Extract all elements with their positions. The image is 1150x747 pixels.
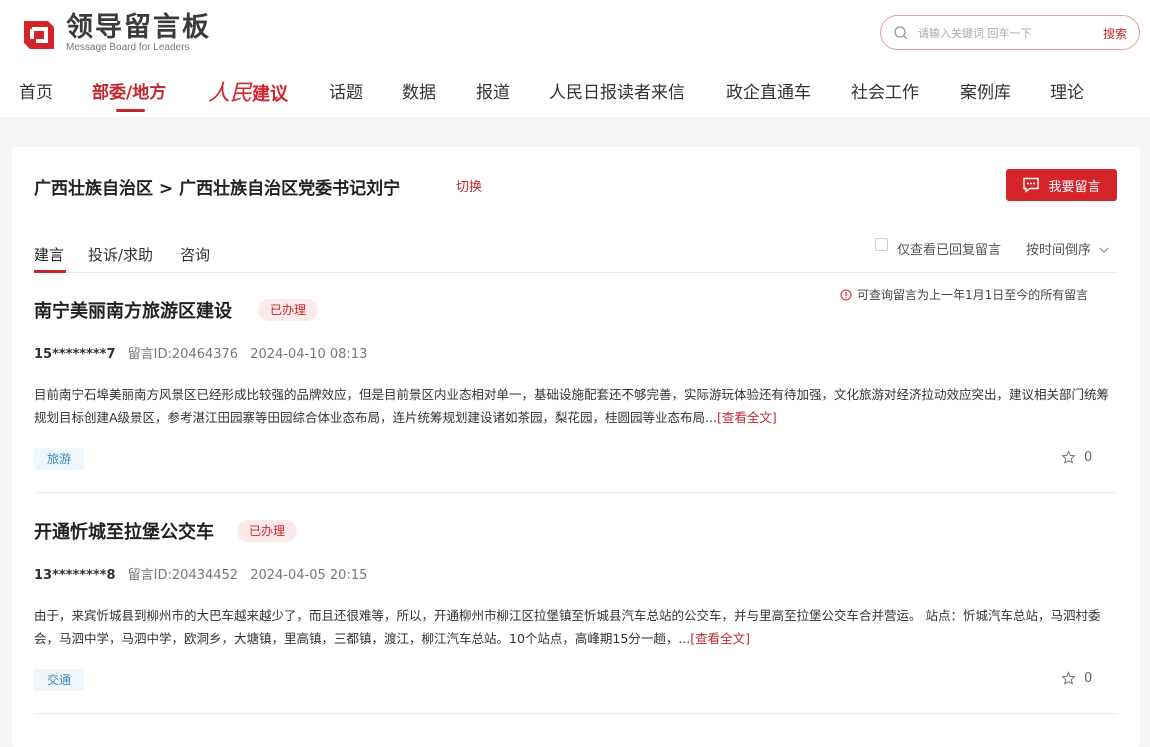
search-box: 搜索 bbox=[880, 15, 1140, 50]
star-icon bbox=[1061, 450, 1076, 464]
view-full-link[interactable]: [查看全文] bbox=[717, 410, 777, 425]
leave-message-label: 我要留言 bbox=[1048, 179, 1101, 195]
search-input[interactable] bbox=[918, 24, 1088, 42]
post-divider bbox=[34, 492, 1117, 493]
view-full-link[interactable]: [查看全文] bbox=[690, 631, 750, 646]
notice-text: 可查询留言为上一年1月1日至今的所有留言 bbox=[857, 288, 1089, 302]
query-notice: 可查询留言为上一年1月1日至今的所有留言 bbox=[840, 286, 1088, 303]
message-board-card: 广西壮族自治区 > 广西壮族自治区党委书记刘宁 切换 我要留言 建言 投诉/求助… bbox=[12, 147, 1140, 747]
nav-topics[interactable]: 话题 bbox=[329, 78, 363, 103]
chevron-down-icon bbox=[1099, 247, 1109, 253]
nav-renmin-suggestion[interactable]: 人民建议 bbox=[208, 75, 288, 107]
post-meta: 15********7 留言ID:20464376 2024-04-10 08:… bbox=[34, 343, 375, 362]
nav-home[interactable]: 首页 bbox=[19, 78, 53, 103]
info-icon bbox=[840, 289, 852, 300]
nav-suggestion-label: 建议 bbox=[252, 84, 289, 105]
sort-label: 按时间倒序 bbox=[1026, 243, 1092, 258]
nav-case-library[interactable]: 案例库 bbox=[960, 78, 1011, 103]
post-content-text: 由于，来宾忻城县到柳州市的大巴车越来越少了，而且还很难等，所以，开通柳州市柳江区… bbox=[34, 608, 1101, 646]
post-title[interactable]: 南宁美丽南方旅游区建设 bbox=[34, 297, 232, 323]
post-meta: 13********8 留言ID:20434452 2024-04-05 20:… bbox=[34, 564, 375, 583]
main-nav: 首页 部委/地方 人民建议 话题 数据 报道 人民日报读者来信 政企直通车 社会… bbox=[0, 76, 1150, 116]
favorite-button[interactable]: 0 bbox=[1061, 671, 1092, 686]
logo-mark-icon bbox=[20, 15, 58, 53]
message-icon bbox=[1023, 177, 1040, 193]
nav-theory[interactable]: 理论 bbox=[1050, 78, 1084, 103]
post-user: 15********7 bbox=[34, 347, 116, 362]
post-divider bbox=[34, 713, 1117, 714]
sort-dropdown[interactable]: 按时间倒序 bbox=[1026, 239, 1109, 258]
favorite-count: 0 bbox=[1084, 671, 1093, 686]
post-user: 13********8 bbox=[34, 568, 116, 583]
tab-complaint-help[interactable]: 投诉/求助 bbox=[88, 244, 153, 265]
post-content: 目前南宁石埠美丽南方风景区已经形成比较强的品牌效应，但是目前景区内业态相对单一，… bbox=[34, 383, 1117, 429]
logo-subtitle: Message Board for Leaders bbox=[66, 42, 190, 53]
tabs-divider bbox=[34, 272, 1117, 273]
topic-tag[interactable]: 旅游 bbox=[34, 448, 85, 470]
nav-reports[interactable]: 报道 bbox=[476, 78, 510, 103]
star-icon bbox=[1061, 671, 1076, 685]
post-content: 由于，来宾忻城县到柳州市的大巴车越来越少了，而且还很难等，所以，开通柳州市柳江区… bbox=[34, 604, 1117, 650]
post-content-text: 目前南宁石埠美丽南方风景区已经形成比较强的品牌效应，但是目前景区内业态相对单一，… bbox=[34, 387, 1110, 425]
nav-enterprise[interactable]: 政企直通车 bbox=[726, 78, 811, 103]
tab-suggestion[interactable]: 建言 bbox=[34, 244, 64, 265]
status-badge: 已办理 bbox=[258, 299, 319, 321]
leave-message-button[interactable]: 我要留言 bbox=[1006, 169, 1117, 201]
post-title[interactable]: 开通忻城至拉堡公交车 bbox=[34, 518, 214, 544]
favorite-count: 0 bbox=[1084, 450, 1093, 465]
post-id: 留言ID:20464376 bbox=[127, 347, 239, 362]
tab-consult[interactable]: 咨询 bbox=[180, 244, 210, 265]
favorite-button[interactable]: 0 bbox=[1061, 450, 1092, 465]
status-badge: 已办理 bbox=[237, 520, 298, 542]
only-replied-checkbox[interactable] bbox=[875, 238, 888, 251]
switch-link[interactable]: 切换 bbox=[456, 176, 482, 195]
tab-active-indicator bbox=[34, 270, 66, 273]
search-icon bbox=[894, 26, 908, 40]
nav-active-indicator bbox=[116, 109, 145, 112]
nav-data[interactable]: 数据 bbox=[402, 78, 436, 103]
nav-social-work[interactable]: 社会工作 bbox=[851, 78, 919, 103]
nav-readers-letters[interactable]: 人民日报读者来信 bbox=[549, 78, 685, 103]
topic-tag[interactable]: 交通 bbox=[34, 669, 85, 691]
renmin-logo-text: 人民 bbox=[208, 81, 253, 106]
breadcrumb: 广西壮族自治区 > 广西壮族自治区党委书记刘宁 bbox=[34, 179, 401, 199]
nav-ministries-local[interactable]: 部委/地方 bbox=[92, 78, 166, 103]
post-time: 2024-04-05 20:15 bbox=[250, 568, 368, 583]
post-time: 2024-04-10 08:13 bbox=[250, 347, 368, 362]
post-id: 留言ID:20434452 bbox=[127, 568, 239, 583]
top-header: 领导留言板 Message Board for Leaders 搜索 首页 部委… bbox=[0, 0, 1150, 117]
only-replied-label[interactable]: 仅查看已回复留言 bbox=[897, 239, 1001, 258]
site-logo[interactable]: 领导留言板 Message Board for Leaders bbox=[20, 14, 211, 54]
logo-title: 领导留言板 bbox=[66, 12, 211, 43]
search-button[interactable]: 搜索 bbox=[1103, 25, 1127, 42]
